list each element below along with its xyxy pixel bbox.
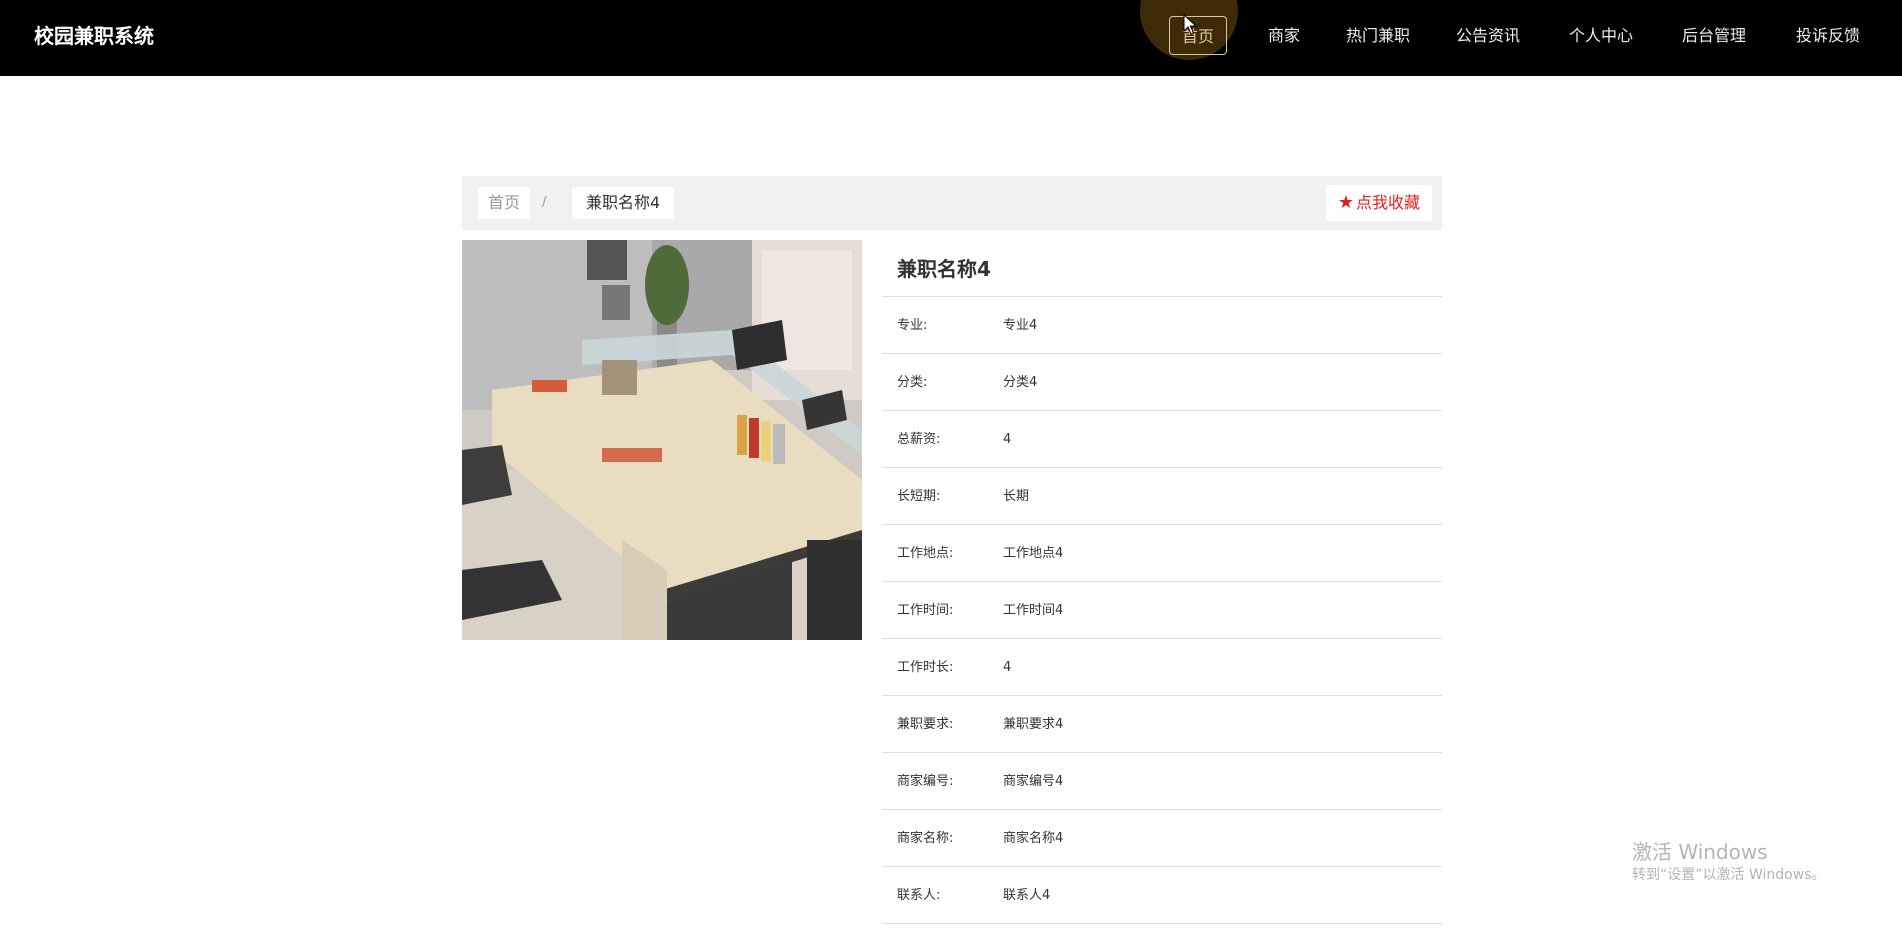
field-value: 长期 bbox=[1003, 489, 1030, 504]
field-label: 兼职要求: bbox=[897, 717, 954, 732]
nav-personal-center[interactable]: 个人中心 bbox=[1569, 16, 1633, 55]
job-detail-panel: 兼职名称4 专业: 专业4 分类: 分类4 总薪资: 4 长短期: 长期 工作地… bbox=[882, 240, 1442, 924]
field-label: 长短期: bbox=[897, 489, 941, 504]
field-label: 总薪资: bbox=[897, 432, 941, 447]
detail-row-category: 分类: 分类4 bbox=[882, 354, 1442, 411]
breadcrumb-home-link[interactable]: 首页 bbox=[478, 187, 531, 219]
site-title[interactable]: 校园兼职系统 bbox=[34, 0, 154, 72]
detail-row-contact: 联系人: 联系人4 bbox=[882, 867, 1442, 924]
detail-row-work-time: 工作时间: 工作时间4 bbox=[882, 582, 1442, 639]
top-navbar: 校园兼职系统 首页 商家 热门兼职 公告资讯 个人中心 后台管理 投诉反馈 bbox=[0, 0, 1902, 76]
field-value: 分类4 bbox=[1003, 375, 1038, 390]
office-desk-picture bbox=[462, 240, 862, 640]
field-label: 商家名称: bbox=[897, 831, 954, 846]
field-label: 工作地点: bbox=[897, 546, 954, 561]
star-icon: ★ bbox=[1337, 192, 1354, 213]
field-value: 联系人4 bbox=[1003, 888, 1051, 903]
field-value: 4 bbox=[1003, 660, 1012, 675]
field-value: 工作时间4 bbox=[1003, 603, 1064, 618]
field-label: 工作时长: bbox=[897, 660, 954, 675]
job-image bbox=[462, 240, 862, 640]
field-label: 工作时间: bbox=[897, 603, 954, 618]
field-value: 商家编号4 bbox=[1003, 774, 1064, 789]
detail-row-work-hours: 工作时长: 4 bbox=[882, 639, 1442, 696]
breadcrumb-current: 兼职名称4 bbox=[572, 187, 675, 219]
breadcrumb: 首页 / 兼职名称4 ★ 点我收藏 bbox=[462, 176, 1442, 230]
detail-row-requirements: 兼职要求: 兼职要求4 bbox=[882, 696, 1442, 753]
detail-row-major: 专业: 专业4 bbox=[882, 297, 1442, 354]
nav-admin[interactable]: 后台管理 bbox=[1682, 16, 1746, 55]
field-label: 联系人: bbox=[897, 888, 941, 903]
breadcrumb-separator: / bbox=[542, 195, 547, 210]
nav-announcements[interactable]: 公告资讯 bbox=[1456, 16, 1520, 55]
detail-row-salary: 总薪资: 4 bbox=[882, 411, 1442, 468]
field-value: 兼职要求4 bbox=[1003, 717, 1064, 732]
windows-activation-subtitle: 转到“设置”以激活 Windows。 bbox=[1632, 867, 1826, 883]
detail-row-term: 长短期: 长期 bbox=[882, 468, 1442, 525]
nav-home[interactable]: 首页 bbox=[1169, 16, 1228, 55]
favorite-label: 点我收藏 bbox=[1355, 193, 1420, 212]
field-value: 工作地点4 bbox=[1003, 546, 1064, 561]
field-value: 商家名称4 bbox=[1003, 831, 1064, 846]
favorite-button[interactable]: ★ 点我收藏 bbox=[1325, 185, 1432, 221]
job-title: 兼职名称4 bbox=[882, 240, 1442, 297]
nav-merchants[interactable]: 商家 bbox=[1268, 16, 1300, 55]
field-label: 专业: bbox=[897, 318, 928, 333]
detail-row-merchant-name: 商家名称: 商家名称4 bbox=[882, 810, 1442, 867]
windows-activation-title: 激活 Windows bbox=[1632, 840, 1768, 864]
field-label: 商家编号: bbox=[897, 774, 954, 789]
nav-hot-jobs[interactable]: 热门兼职 bbox=[1346, 16, 1410, 55]
field-value: 4 bbox=[1003, 432, 1012, 447]
mouse-cursor-icon bbox=[1183, 14, 1197, 35]
detail-row-merchant-id: 商家编号: 商家编号4 bbox=[882, 753, 1442, 810]
field-label: 分类: bbox=[897, 375, 928, 390]
detail-row-location: 工作地点: 工作地点4 bbox=[882, 525, 1442, 582]
field-value: 专业4 bbox=[1003, 318, 1038, 333]
nav-complaints[interactable]: 投诉反馈 bbox=[1796, 16, 1860, 55]
